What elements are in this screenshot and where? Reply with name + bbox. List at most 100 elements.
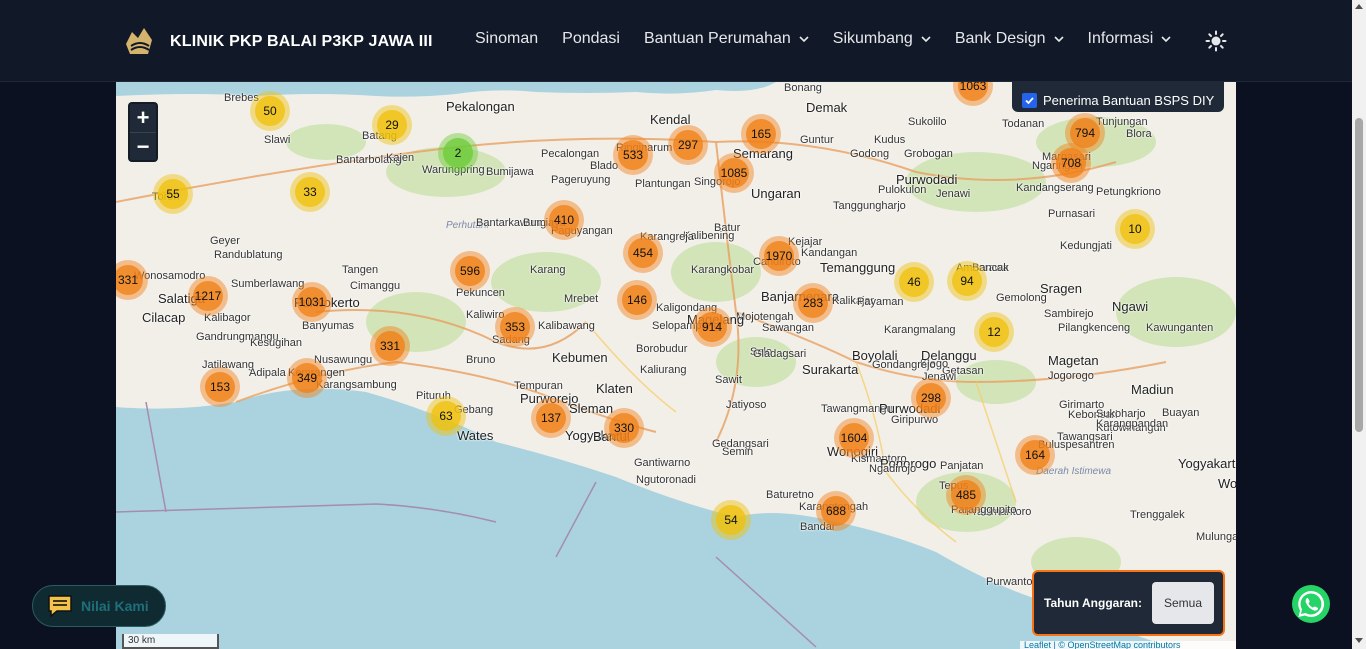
page-scrollbar[interactable] xyxy=(1352,0,1366,649)
cluster-count: 165 xyxy=(746,119,776,149)
cluster-marker[interactable]: 596 xyxy=(450,251,490,291)
cluster-marker[interactable]: 164 xyxy=(1015,435,1055,475)
cluster-marker[interactable]: 533 xyxy=(613,135,653,175)
cluster-marker[interactable]: 283 xyxy=(793,283,833,323)
cluster-count: 94 xyxy=(952,266,982,296)
cluster-marker[interactable]: 1217 xyxy=(188,276,228,316)
cluster-marker[interactable]: 914 xyxy=(692,307,732,347)
sun-icon[interactable] xyxy=(1205,30,1227,52)
place-label: Ngutoronadi xyxy=(636,474,696,486)
place-label: Demak xyxy=(806,100,848,115)
cluster-marker[interactable]: 10 xyxy=(1115,209,1155,249)
cluster-count: 410 xyxy=(549,205,579,235)
cluster-marker[interactable]: 63 xyxy=(426,396,466,436)
place-label: Kedungjati xyxy=(1060,240,1112,252)
cluster-marker[interactable]: 50 xyxy=(250,91,290,131)
cluster-count: 283 xyxy=(798,288,828,318)
cluster-count: 33 xyxy=(295,177,325,207)
cluster-marker[interactable]: 708 xyxy=(1051,143,1091,183)
cluster-marker[interactable]: 1085 xyxy=(714,153,754,193)
cluster-count: 330 xyxy=(609,413,639,443)
nav-item-sinoman[interactable]: Sinoman xyxy=(475,30,538,48)
place-label: Gladagsari xyxy=(753,348,807,360)
map-attribution[interactable]: Leaflet | © OpenStreetMap contributors xyxy=(1020,641,1236,649)
cluster-count: 164 xyxy=(1020,440,1050,470)
cluster-marker[interactable]: 331 xyxy=(370,326,410,366)
logo-icon xyxy=(126,28,152,54)
year-select[interactable]: Semua xyxy=(1152,582,1214,624)
cluster-marker[interactable]: 454 xyxy=(623,233,663,273)
whatsapp-icon[interactable] xyxy=(1290,583,1332,625)
cluster-marker[interactable]: 137 xyxy=(531,398,571,438)
cluster-count: 29 xyxy=(377,110,407,140)
nav-label: Pondasi xyxy=(562,30,620,47)
place-label: Sawangan xyxy=(762,322,814,334)
cluster-marker[interactable]: 688 xyxy=(816,491,856,531)
cluster-count: 297 xyxy=(673,130,703,160)
cluster-marker[interactable]: 12 xyxy=(974,312,1014,352)
place-label: Karang xyxy=(530,264,566,276)
cluster-count: 137 xyxy=(536,403,566,433)
place-label: Randublatung xyxy=(214,249,283,261)
zoom-in-button[interactable]: + xyxy=(130,104,156,133)
layer-checkbox[interactable] xyxy=(1022,92,1037,108)
place-label: Mrebet xyxy=(564,293,599,305)
place-label: Jenawi xyxy=(936,188,971,200)
place-label: Kebumen xyxy=(552,350,608,365)
cluster-marker[interactable]: 29 xyxy=(372,105,412,145)
cluster-marker[interactable]: 410 xyxy=(544,200,584,240)
cluster-marker[interactable]: 485 xyxy=(946,475,986,515)
cluster-count: 331 xyxy=(116,265,143,295)
place-label: Blora xyxy=(1126,128,1152,140)
nav-item-bank-design[interactable]: Bank Design xyxy=(955,30,1064,48)
layer-legend[interactable]: Penerima Bantuan BSPS DIY xyxy=(1012,82,1224,112)
scroll-up-arrow[interactable] xyxy=(1355,4,1363,9)
brand[interactable]: KLINIK PKP BALAI P3KP JAWA III xyxy=(122,24,433,60)
chevron-down-icon xyxy=(1161,36,1171,43)
year-filter-label: Tahun Anggaran: xyxy=(1044,596,1142,610)
cluster-marker[interactable]: 165 xyxy=(741,114,781,154)
cluster-marker[interactable]: 353 xyxy=(495,307,535,347)
zoom-out-button[interactable]: − xyxy=(130,133,156,162)
place-label: Pilangkenceng xyxy=(1058,322,1131,334)
place-label: Cimanggu xyxy=(350,280,401,292)
cluster-marker[interactable]: 1970 xyxy=(759,236,799,276)
cluster-count: 1085 xyxy=(719,158,749,188)
place-label: Gantiwarno xyxy=(634,457,691,469)
nav-item-informasi[interactable]: Informasi xyxy=(1088,30,1172,48)
cluster-marker[interactable]: 55 xyxy=(153,174,193,214)
main-menu: Sinoman Pondasi Bantuan Perumahan Sikumb… xyxy=(475,30,1171,48)
chevron-down-icon xyxy=(921,36,931,43)
cluster-marker[interactable]: 153 xyxy=(200,367,240,407)
nav-item-sikumbang[interactable]: Sikumbang xyxy=(833,30,931,48)
place-label: Karangmalang xyxy=(884,324,956,336)
place-label: Ngawi xyxy=(1112,299,1149,314)
place-label: Jatiyoso xyxy=(726,399,767,411)
cluster-marker[interactable]: 1604 xyxy=(834,418,874,458)
place-label: Mulungan xyxy=(1196,531,1236,543)
scroll-down-arrow[interactable] xyxy=(1355,638,1363,643)
cluster-marker[interactable]: 297 xyxy=(668,125,708,165)
cluster-marker[interactable]: 1031 xyxy=(292,282,332,322)
cluster-marker[interactable]: 330 xyxy=(604,408,644,448)
nav-item-pondasi[interactable]: Pondasi xyxy=(562,30,620,48)
chevron-down-icon xyxy=(799,36,809,43)
nav-item-bantuan-perumahan[interactable]: Bantuan Perumahan xyxy=(644,30,809,48)
cluster-count: 533 xyxy=(618,140,648,170)
cluster-marker[interactable]: 146 xyxy=(617,280,657,320)
place-label: Temanggung xyxy=(820,260,896,275)
map-container[interactable]: Brebes Pekalongan Kendal Demak Bonang Sukolil… xyxy=(116,82,1236,649)
cluster-marker[interactable]: 46 xyxy=(894,262,934,302)
cluster-count: 353 xyxy=(500,312,530,342)
cluster-marker[interactable]: 298 xyxy=(911,378,951,418)
cluster-marker[interactable]: 33 xyxy=(290,172,330,212)
cluster-marker[interactable]: 349 xyxy=(287,358,327,398)
cluster-marker[interactable]: 94 xyxy=(947,261,987,301)
place-label: Pekalongan xyxy=(446,99,515,114)
scroll-thumb[interactable] xyxy=(1355,118,1363,432)
cluster-marker[interactable]: 2 xyxy=(438,133,478,173)
rate-us-button[interactable]: Nilai Kami xyxy=(32,585,166,627)
place-label: Todanan xyxy=(1002,118,1045,130)
cluster-count: 596 xyxy=(455,256,485,286)
cluster-marker[interactable]: 54 xyxy=(711,500,751,540)
